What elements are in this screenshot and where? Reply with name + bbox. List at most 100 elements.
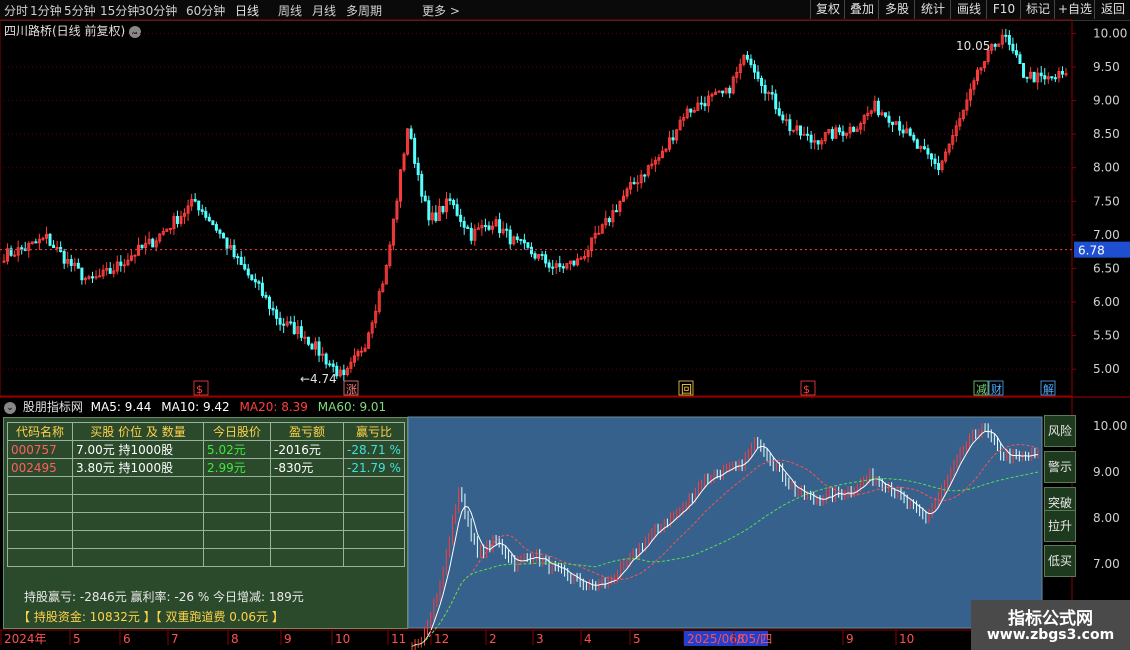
date-label: 2 <box>489 632 497 646</box>
holdings-panel: 代码名称 买股 价位 及 数量 今日股价 盈亏额 赢亏比 000757 7.00… <box>3 417 408 629</box>
candle-body <box>993 43 997 47</box>
candle-body <box>441 206 445 213</box>
candle-body <box>483 225 487 228</box>
header-buy: 买股 价位 及 数量 <box>72 422 204 441</box>
signal-button-1[interactable]: 警示 <box>1044 451 1076 483</box>
candle-body <box>151 238 155 248</box>
candle-body <box>2 260 6 263</box>
ma60-label: MA60: 9.01 <box>317 400 387 414</box>
candle-body <box>80 267 84 281</box>
row-code[interactable]: 002495 <box>7 458 73 477</box>
candle-body <box>1050 76 1054 79</box>
candle-body <box>455 204 459 216</box>
price-tick-label: 6.50 <box>1093 261 1120 275</box>
row-code[interactable]: 000757 <box>7 440 73 459</box>
price-tick-label: 10.00 <box>1093 26 1127 40</box>
candle-body <box>774 93 778 110</box>
candle-body <box>13 254 17 257</box>
header-price: 今日股价 <box>203 422 271 441</box>
candle-body <box>745 54 749 60</box>
candle-body <box>55 246 59 249</box>
candle-body <box>204 210 208 218</box>
candle-body <box>699 102 703 105</box>
candle-body <box>34 241 38 244</box>
candle-body <box>133 254 137 257</box>
candle-body <box>243 264 247 270</box>
table-row <box>7 494 405 513</box>
chevron-down-icon[interactable]: ⌄ <box>4 401 16 414</box>
candle-body <box>236 256 240 259</box>
candle-body <box>487 225 491 230</box>
candle-body <box>260 282 264 296</box>
candle-body <box>168 227 172 230</box>
candle-body <box>360 350 364 353</box>
candle-body <box>643 174 647 177</box>
candle-body <box>933 158 937 164</box>
header-pl: 盈亏额 <box>270 422 344 441</box>
price-tick-label: 8.00 <box>1093 161 1120 175</box>
row-price: 5.02元 <box>203 440 271 459</box>
price-tick-label: 9.50 <box>1093 60 1120 74</box>
candle-body <box>937 162 941 171</box>
sub-tick-label: 9.00 <box>1093 465 1120 479</box>
current-price-label: 6.78 <box>1078 244 1105 258</box>
candle-body <box>547 262 551 268</box>
candle-body <box>48 233 52 246</box>
candle-body <box>119 261 123 266</box>
date-label: 9 <box>846 632 854 646</box>
candle-body <box>250 274 254 281</box>
event-tag: 财 <box>991 382 1002 396</box>
candle-body <box>529 246 533 255</box>
event-tag: $ <box>803 383 810 396</box>
sub-tick-label: 8.00 <box>1093 511 1120 525</box>
date-label: 8 <box>737 632 745 646</box>
candle-body <box>760 77 764 86</box>
date-label: 8 <box>231 632 239 646</box>
candle-body <box>459 214 463 222</box>
signal-button-4[interactable]: 低买 <box>1044 545 1076 577</box>
candle-body <box>908 128 912 136</box>
candle-body <box>98 275 102 278</box>
candle-body <box>310 343 314 350</box>
candle-body <box>409 128 413 139</box>
candle-body <box>901 129 905 134</box>
event-tag: 回 <box>681 383 692 396</box>
candle-body <box>434 212 438 222</box>
candle-body <box>802 133 806 136</box>
candle-body <box>282 323 286 326</box>
candle-body <box>1025 76 1029 79</box>
candle-body <box>508 229 512 245</box>
row-buy: 3.80元 持1000股 <box>72 458 204 477</box>
candle-body <box>607 218 611 223</box>
signal-button-0[interactable]: 风险 <box>1044 415 1076 447</box>
candle-body <box>175 215 179 224</box>
candle-body <box>221 232 225 239</box>
candle-body <box>915 139 919 149</box>
signal-button-3[interactable]: 拉升 <box>1044 510 1076 542</box>
candle-body <box>1043 75 1047 80</box>
candle-body <box>246 268 250 276</box>
date-label: 3 <box>536 632 544 646</box>
candle-body <box>416 162 420 176</box>
watermark-url: www.zbgs3.com <box>986 627 1115 643</box>
candle-body <box>636 182 640 185</box>
candle-body <box>515 236 519 240</box>
candle-body <box>1039 72 1043 77</box>
candle-body <box>193 199 197 202</box>
candle-body <box>328 363 332 366</box>
holdings-header: 代码名称 买股 价位 及 数量 今日股价 盈亏额 赢亏比 <box>7 422 405 441</box>
price-tick-label: 7.50 <box>1093 194 1120 208</box>
candle-body <box>721 90 725 94</box>
candle-body <box>632 181 636 185</box>
candle-body <box>214 224 218 231</box>
candle-body <box>540 253 544 256</box>
candle-body <box>809 134 813 143</box>
candle-body <box>108 268 112 274</box>
ma5-label: MA5: 9.44 <box>90 400 152 414</box>
candle-body <box>448 198 452 201</box>
table-row[interactable]: 002495 3.80元 持1000股 2.99元 -830元 -21.79 % <box>7 458 405 477</box>
candle-body <box>558 263 562 268</box>
candle-body <box>579 257 583 260</box>
table-row[interactable]: 000757 7.00元 持1000股 5.02元 -2016元 -28.71 … <box>7 440 405 459</box>
candle-body <box>317 341 321 356</box>
